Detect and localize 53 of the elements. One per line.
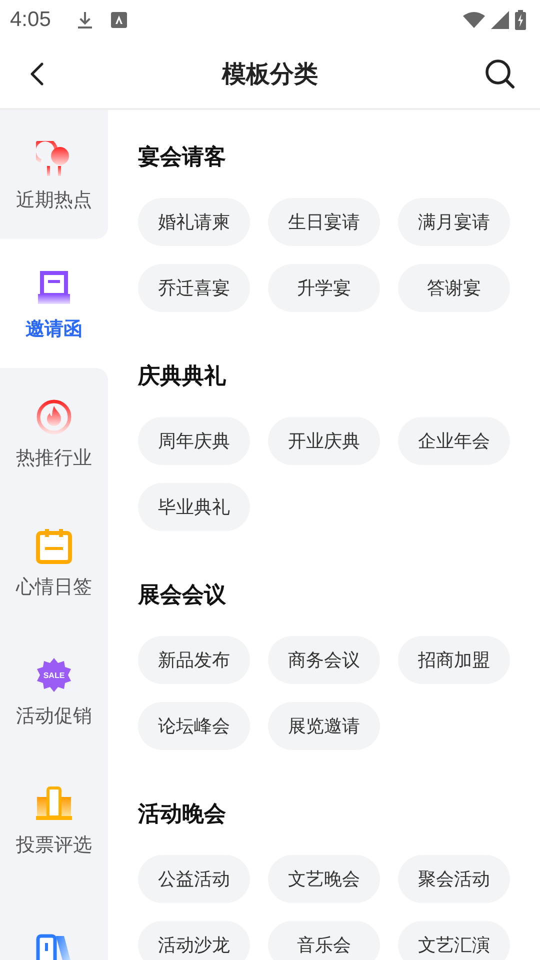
category-tag[interactable]: 答谢宴 [398,264,510,312]
calendar-icon [36,528,72,564]
category-tag[interactable]: 公益活动 [138,855,250,903]
section-title: 展会会议 [138,582,227,610]
status-time: 4:05 [10,8,51,32]
sidebar-item[interactable]: 热推行业 [0,368,108,497]
category-tag[interactable]: 文艺晚会 [268,855,380,903]
sale-text: SALE [43,670,65,680]
balloons-icon [36,140,72,176]
sidebar-label: 近期热点 [16,188,92,212]
category-tag[interactable]: 商务会议 [268,636,380,684]
category-tag[interactable]: 生日宴请 [268,198,380,246]
search-icon [484,58,516,90]
phone-icon [36,932,72,960]
battery-charging-icon [515,10,526,30]
category-tag[interactable]: 新品发布 [138,636,250,684]
category-tag[interactable]: 企业年会 [398,417,510,465]
sidebar-item[interactable]: 投票评选 [0,755,108,884]
category-tag[interactable]: 开业庆典 [268,417,380,465]
download-icon [76,11,93,29]
category-tag[interactable]: 毕业典礼 [138,483,250,531]
sidebar-item[interactable]: 心情日签 [0,497,108,626]
sidebar-item[interactable]: SALE 活动促销 [0,626,108,755]
category-tag[interactable]: 周年庆典 [138,417,250,465]
section-title: 活动晚会 [138,801,227,829]
sidebar-label: 邀请函 [26,316,82,342]
category-tag[interactable]: 文艺汇演 [398,921,510,960]
card-icon [36,270,72,306]
page-title: 模板分类 [222,59,318,90]
category-tag[interactable]: 聚会活动 [398,855,510,903]
category-tag[interactable]: 论坛峰会 [138,702,250,750]
sidebar-label: 热推行业 [16,446,92,470]
category-tag[interactable]: 招商加盟 [398,636,510,684]
sidebar-label: 心情日签 [16,574,92,600]
wifi-icon [463,12,485,28]
podium-icon [36,786,72,822]
category-tag[interactable]: 婚礼请柬 [138,198,250,246]
back-icon [30,62,44,86]
category-tag[interactable]: 乔迁喜宴 [138,264,250,312]
search-button[interactable] [484,58,516,90]
sidebar-item[interactable]: 近期热点 [0,110,108,239]
sidebar-label: 投票评选 [16,832,92,858]
section-title: 庆典典礼 [138,363,227,391]
category-tag[interactable]: 音乐会 [268,921,380,960]
signal-icon [491,11,509,29]
category-tag[interactable]: 满月宴请 [398,198,510,246]
section-title: 宴会请客 [138,144,227,172]
keyboard-app-icon [110,12,127,28]
category-tag[interactable]: 活动沙龙 [138,921,250,960]
category-tag[interactable]: 展览邀请 [268,702,380,750]
category-tag[interactable]: 升学宴 [268,264,380,312]
sidebar-label: 活动促销 [16,704,92,728]
flame-icon [36,398,72,434]
